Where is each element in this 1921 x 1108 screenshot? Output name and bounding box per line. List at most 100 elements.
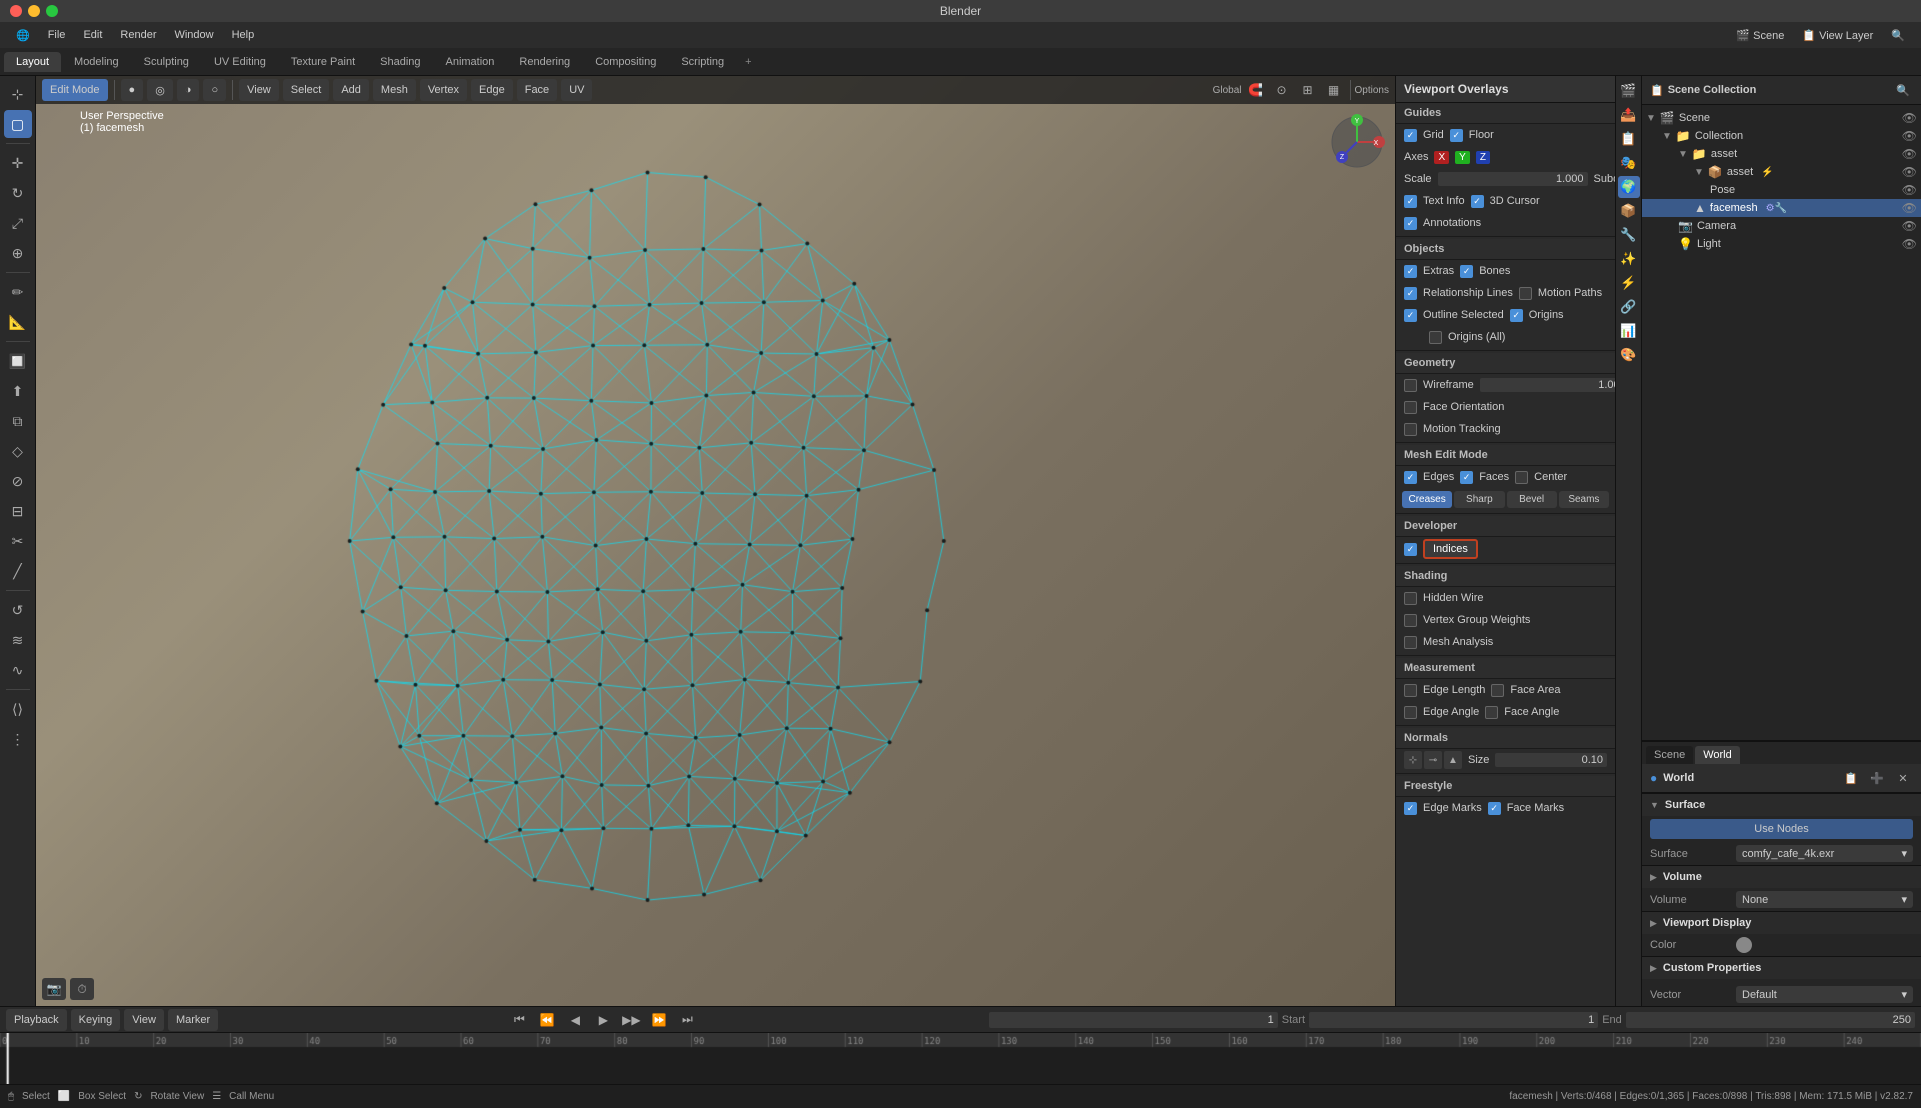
playback-menu[interactable]: Playback (6, 1009, 67, 1031)
global-search[interactable]: 🔍 (1883, 26, 1913, 45)
tool-inset[interactable]: ⧉ (4, 407, 32, 435)
tool-scale[interactable]: ⤢ (4, 209, 32, 237)
vtab-physics[interactable]: ⚡ (1618, 272, 1640, 294)
faces-checkbox[interactable] (1460, 471, 1473, 484)
workspace-add-button[interactable]: + (737, 52, 759, 72)
xray-button[interactable]: ▦ (1322, 79, 1346, 101)
scale-field[interactable] (1438, 172, 1588, 186)
workspace-tab-scripting[interactable]: Scripting (669, 52, 736, 72)
extras-checkbox[interactable] (1404, 265, 1417, 278)
menu-blender[interactable]: 🌐 (8, 26, 38, 45)
minimize-button[interactable] (28, 5, 40, 17)
tool-knife[interactable]: ✂ (4, 527, 32, 555)
normals-size-field[interactable] (1495, 753, 1607, 767)
snapping-button[interactable]: 🧲 (1244, 79, 1268, 101)
view-timeline-button[interactable]: ⏱ (70, 978, 94, 1000)
volume-dropdown[interactable]: None ▾ (1736, 891, 1913, 908)
tool-select[interactable]: ▢ (4, 110, 32, 138)
end-frame-field[interactable] (1626, 1012, 1915, 1028)
origins-checkbox[interactable] (1510, 309, 1523, 322)
maximize-button[interactable] (46, 5, 58, 17)
custom-props-header[interactable]: ▶ Custom Properties (1642, 957, 1921, 979)
vpdisplay-color-swatch[interactable] (1736, 937, 1752, 953)
axis-z[interactable]: Z (1476, 151, 1490, 164)
surface-dropdown[interactable]: comfy_cafe_4k.exr ▾ (1736, 845, 1913, 862)
uv-button[interactable]: UV (561, 79, 592, 101)
prev-keyframe-button[interactable]: ⏪ (535, 1009, 559, 1031)
close-button[interactable] (10, 5, 22, 17)
volume-header[interactable]: ▶ Volume (1642, 866, 1921, 888)
world-browse-button[interactable]: 📋 (1841, 768, 1861, 788)
proportional-edit-button[interactable]: ⊙ (1270, 79, 1294, 101)
navigation-gizmo[interactable]: X Y Z (1327, 112, 1387, 172)
asset-collection-visibility[interactable]: 👁 (1902, 147, 1917, 161)
indices-button[interactable]: Indices (1423, 539, 1478, 559)
play-button[interactable]: ▶ (591, 1009, 615, 1031)
view-layer-select[interactable]: 📋 View Layer (1794, 26, 1881, 45)
tree-collection[interactable]: ▼ 📁 Collection 👁 (1642, 127, 1921, 145)
timeline-canvas[interactable] (0, 1033, 1921, 1084)
tool-annotate[interactable]: ✏ (4, 278, 32, 306)
start-frame-field[interactable] (1309, 1012, 1598, 1028)
menu-window[interactable]: Window (166, 26, 221, 44)
tool-loop-cut[interactable]: ⊘ (4, 467, 32, 495)
edit-mode-button[interactable]: Edit Mode (42, 79, 108, 101)
faceangle-checkbox[interactable] (1485, 706, 1498, 719)
tool-shear[interactable]: ⟨⟩ (4, 695, 32, 723)
surface-header[interactable]: ▼ Surface (1642, 794, 1921, 816)
camera-visibility[interactable]: 👁 (1902, 219, 1917, 233)
vtab-modifier[interactable]: 🔧 (1618, 224, 1640, 246)
scene-visibility[interactable]: 👁 (1902, 111, 1917, 125)
viewport-shading-material[interactable]: ◑ (177, 79, 200, 101)
world-unlink-button[interactable]: ✕ (1893, 768, 1913, 788)
tool-move[interactable]: ✛ (4, 149, 32, 177)
tool-smooth[interactable]: ≋ (4, 626, 32, 654)
workspace-tab-layout[interactable]: Layout (4, 52, 61, 72)
motionpaths-checkbox[interactable] (1519, 287, 1532, 300)
viewport-shading-render[interactable]: ○ (203, 79, 226, 101)
edges-checkbox[interactable] (1404, 471, 1417, 484)
vtab-object[interactable]: 📦 (1618, 200, 1640, 222)
workspace-tab-uv[interactable]: UV Editing (202, 52, 278, 72)
collection-visibility[interactable]: 👁 (1902, 129, 1917, 143)
vtab-view-layer[interactable]: 📋 (1618, 128, 1640, 150)
light-visibility[interactable]: 👁 (1902, 237, 1917, 251)
axis-y[interactable]: Y (1455, 151, 1470, 164)
faceorientation-checkbox[interactable] (1404, 401, 1417, 414)
world-tab[interactable]: World (1695, 746, 1740, 764)
mesh-button[interactable]: Mesh (373, 79, 416, 101)
tool-measure[interactable]: 📐 (4, 308, 32, 336)
current-frame-field[interactable] (989, 1012, 1278, 1028)
rellines-checkbox[interactable] (1404, 287, 1417, 300)
tool-cursor[interactable]: ⊹ (4, 80, 32, 108)
menu-edit[interactable]: Edit (75, 26, 110, 44)
workspace-tab-shading[interactable]: Shading (368, 52, 432, 72)
face-normals-icon[interactable]: ▲ (1444, 751, 1462, 769)
originsall-checkbox[interactable] (1429, 331, 1442, 344)
tree-camera[interactable]: 📷 Camera 👁 (1642, 217, 1921, 235)
marker-menu[interactable]: Marker (168, 1009, 218, 1031)
tab-seams[interactable]: Seams (1559, 491, 1609, 508)
tree-facemesh[interactable]: ▲ facemesh ⚙🔧 👁 (1642, 199, 1921, 217)
meshanalysis-checkbox[interactable] (1404, 636, 1417, 649)
vertex-normals-icon[interactable]: ⊹ (1404, 751, 1422, 769)
timeline-content[interactable] (0, 1033, 1921, 1084)
grid-checkbox[interactable] (1404, 129, 1417, 142)
tree-asset-object[interactable]: ▼ 📦 asset ⚡ 👁 (1642, 163, 1921, 181)
floor-checkbox[interactable] (1450, 129, 1463, 142)
view-menu[interactable]: View (124, 1009, 164, 1031)
scene-collection-filter[interactable]: 🔍 (1893, 80, 1913, 100)
wireframe-value[interactable] (1480, 378, 1615, 392)
vtab-particles[interactable]: ✨ (1618, 248, 1640, 270)
workspace-tab-animation[interactable]: Animation (434, 52, 507, 72)
select-button[interactable]: Select (283, 79, 330, 101)
axis-x[interactable]: X (1434, 151, 1449, 164)
vtab-output[interactable]: 📤 (1618, 104, 1640, 126)
vector-dropdown[interactable]: Default ▾ (1736, 986, 1913, 1003)
tool-bevel[interactable]: ◇ (4, 437, 32, 465)
tool-bisect[interactable]: ╱ (4, 557, 32, 585)
vtab-render[interactable]: 🎬 (1618, 80, 1640, 102)
viewport-shading-wireframe[interactable]: ◎ (147, 79, 173, 101)
bones-checkbox[interactable] (1460, 265, 1473, 278)
workspace-tab-compositing[interactable]: Compositing (583, 52, 668, 72)
